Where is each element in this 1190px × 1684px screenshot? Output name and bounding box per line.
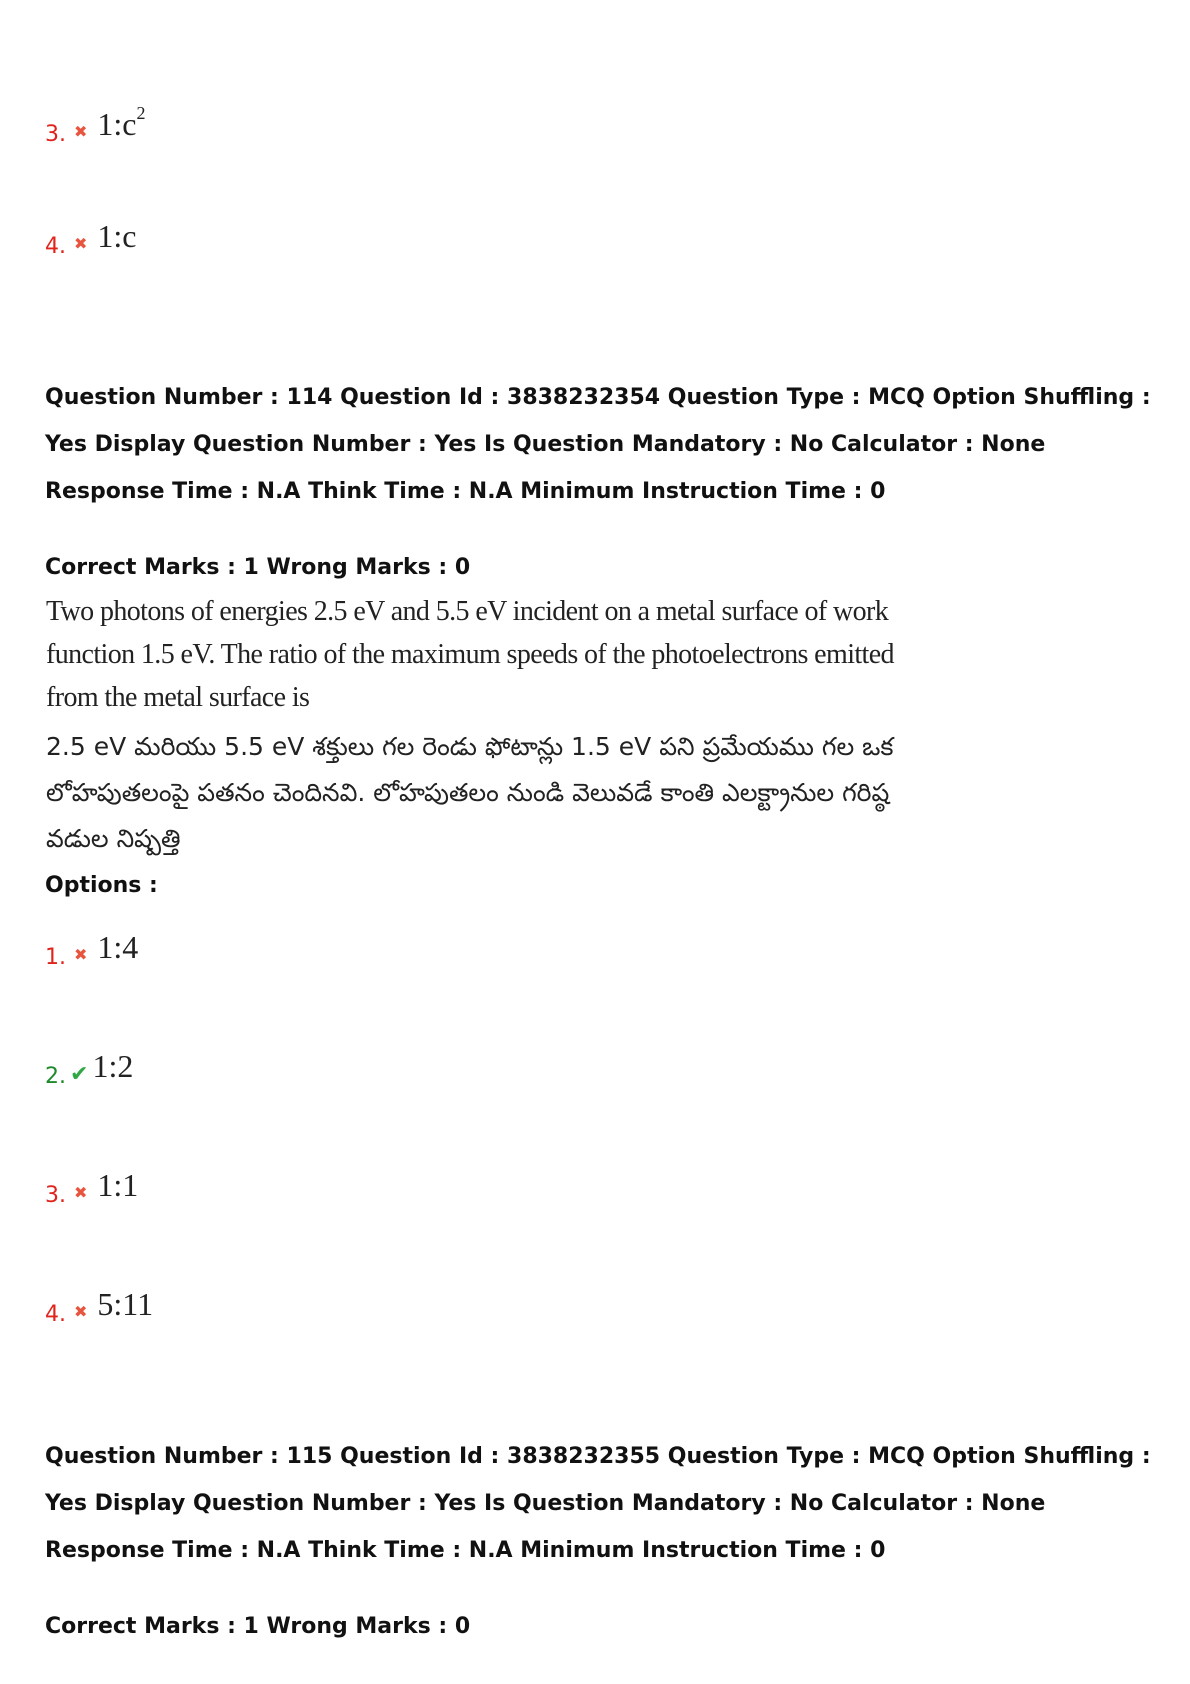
question-115-meta: Question Number : 115 Question Id : 3838… [45,1444,1151,1563]
option-1: 1. ✖ 1:4 [45,929,138,972]
question-114-text-english: Two photons of energies 2.5 eV and 5.5 e… [46,596,895,713]
option-value: 1:1 [97,1167,139,1203]
option-number: 3. [45,1183,66,1208]
option-value: 5:11 [97,1286,154,1322]
options-label: Options : [45,873,158,898]
option-number: 3. [45,122,66,147]
prev-option-4: 4. ✖ 1:c [45,218,137,261]
option-4: 4. ✖ 5:11 [45,1286,153,1329]
cross-icon: ✖ [74,945,88,964]
question-115-marks: Correct Marks : 1 Wrong Marks : 0 [45,1614,471,1639]
option-value: 1:4 [97,929,139,965]
cross-icon: ✖ [74,1302,88,1321]
superscript: 2 [136,103,146,124]
cross-icon: ✖ [74,234,88,253]
option-2: 2. ✔ 1:2 [45,1048,133,1091]
question-114-meta: Question Number : 114 Question Id : 3838… [45,385,1151,504]
check-icon: ✔ [70,1062,89,1087]
prev-option-3: 3. ✖ 1:c2 [45,103,146,149]
option-number: 2. [45,1064,66,1089]
option-number: 4. [45,234,66,259]
option-3: 3. ✖ 1:1 [45,1167,138,1210]
question-114-text-telugu: 2.5 eV మరియు 5.5 eV శక్తులు గల రెండు ఫోట… [46,732,894,853]
option-number: 1. [45,945,66,970]
cross-icon: ✖ [74,1183,88,1202]
option-value: 1:2 [92,1048,134,1084]
option-number: 4. [45,1302,66,1327]
cross-icon: ✖ [74,122,88,141]
option-value: 1:c [97,218,137,254]
question-114-marks: Correct Marks : 1 Wrong Marks : 0 [45,555,471,580]
option-value: 1:c2 [97,103,146,142]
